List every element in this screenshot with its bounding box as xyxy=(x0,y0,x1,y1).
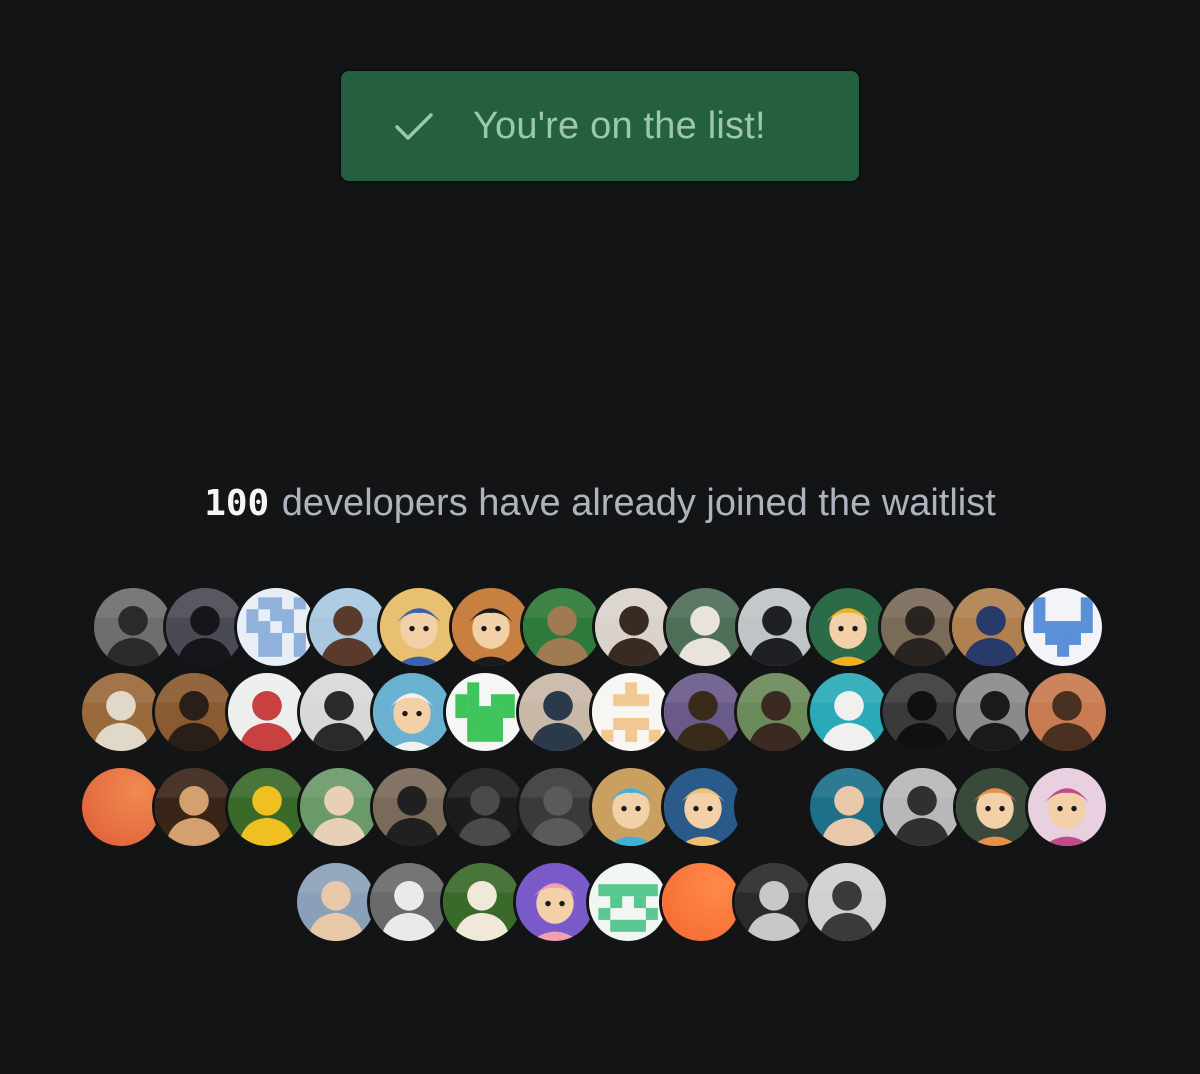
developer-avatar[interactable] xyxy=(659,860,743,944)
avatar-image xyxy=(595,588,673,666)
developer-avatar-grid xyxy=(0,0,1200,1074)
avatar-image xyxy=(592,673,670,751)
developer-avatar[interactable] xyxy=(516,765,600,849)
avatar-image xyxy=(1024,588,1102,666)
developer-avatar[interactable] xyxy=(586,860,670,944)
developer-avatar[interactable] xyxy=(513,860,597,944)
avatar-image xyxy=(738,588,816,666)
avatar-image xyxy=(664,768,742,846)
developer-avatar[interactable] xyxy=(79,765,163,849)
avatar-image xyxy=(952,588,1030,666)
avatar-image xyxy=(523,588,601,666)
avatar-image xyxy=(1028,768,1106,846)
developer-avatar[interactable] xyxy=(516,670,600,754)
avatar-image xyxy=(373,768,451,846)
avatar-image xyxy=(300,673,378,751)
developer-avatar[interactable] xyxy=(294,860,378,944)
developer-avatar[interactable] xyxy=(661,765,745,849)
avatar-image xyxy=(737,768,815,846)
avatar-image xyxy=(809,588,887,666)
developer-avatar[interactable] xyxy=(367,860,451,944)
developer-avatar[interactable] xyxy=(807,670,891,754)
developer-avatar[interactable] xyxy=(1025,765,1109,849)
avatar-image xyxy=(592,768,670,846)
avatar-image xyxy=(443,863,521,941)
developer-avatar[interactable] xyxy=(805,860,889,944)
avatar-image xyxy=(300,768,378,846)
avatar-image xyxy=(589,863,667,941)
developer-avatar[interactable] xyxy=(297,765,381,849)
developer-avatar[interactable] xyxy=(79,670,163,754)
developer-avatar[interactable] xyxy=(661,670,745,754)
developer-avatar[interactable] xyxy=(1025,670,1109,754)
avatar-image xyxy=(519,673,597,751)
avatar-image xyxy=(155,768,233,846)
developer-avatar[interactable] xyxy=(297,670,381,754)
avatar-image xyxy=(881,588,959,666)
avatar-image xyxy=(309,588,387,666)
avatar-image xyxy=(808,863,886,941)
developer-avatar[interactable] xyxy=(370,765,454,849)
avatar-image xyxy=(237,588,315,666)
avatar-image xyxy=(373,673,451,751)
avatar-image xyxy=(737,673,815,751)
avatar-image xyxy=(446,673,524,751)
avatar-image xyxy=(82,673,160,751)
avatar-image xyxy=(516,863,594,941)
developer-avatar[interactable] xyxy=(734,670,818,754)
developer-avatar[interactable] xyxy=(440,860,524,944)
avatar-image xyxy=(370,863,448,941)
waitlist-page: You're on the list! 100 developers have … xyxy=(0,0,1200,1074)
avatar-image xyxy=(883,768,961,846)
avatar-image xyxy=(810,673,888,751)
avatar-image xyxy=(297,863,375,941)
avatar-image xyxy=(662,863,740,941)
avatar-image xyxy=(94,588,172,666)
developer-avatar[interactable] xyxy=(1021,585,1105,669)
developer-avatar[interactable] xyxy=(734,765,818,849)
avatar-image xyxy=(228,673,306,751)
avatar-image xyxy=(956,768,1034,846)
avatar-image xyxy=(519,768,597,846)
avatar-image xyxy=(664,673,742,751)
developer-avatar[interactable] xyxy=(152,765,236,849)
avatar-image xyxy=(228,768,306,846)
avatar-image xyxy=(810,768,888,846)
avatar-image xyxy=(166,588,244,666)
developer-avatar[interactable] xyxy=(732,860,816,944)
avatar-image xyxy=(446,768,524,846)
developer-avatar[interactable] xyxy=(443,670,527,754)
avatar-image xyxy=(82,768,160,846)
avatar-image xyxy=(155,673,233,751)
avatar-image xyxy=(452,588,530,666)
avatar-image xyxy=(956,673,1034,751)
developer-avatar[interactable] xyxy=(880,765,964,849)
developer-avatar[interactable] xyxy=(807,765,891,849)
developer-avatar[interactable] xyxy=(152,670,236,754)
avatar-image xyxy=(735,863,813,941)
avatar-image xyxy=(883,673,961,751)
avatar-image xyxy=(1028,673,1106,751)
developer-avatar[interactable] xyxy=(880,670,964,754)
developer-avatar[interactable] xyxy=(443,765,527,849)
developer-avatar[interactable] xyxy=(370,670,454,754)
avatar-image xyxy=(380,588,458,666)
avatar-image xyxy=(666,588,744,666)
